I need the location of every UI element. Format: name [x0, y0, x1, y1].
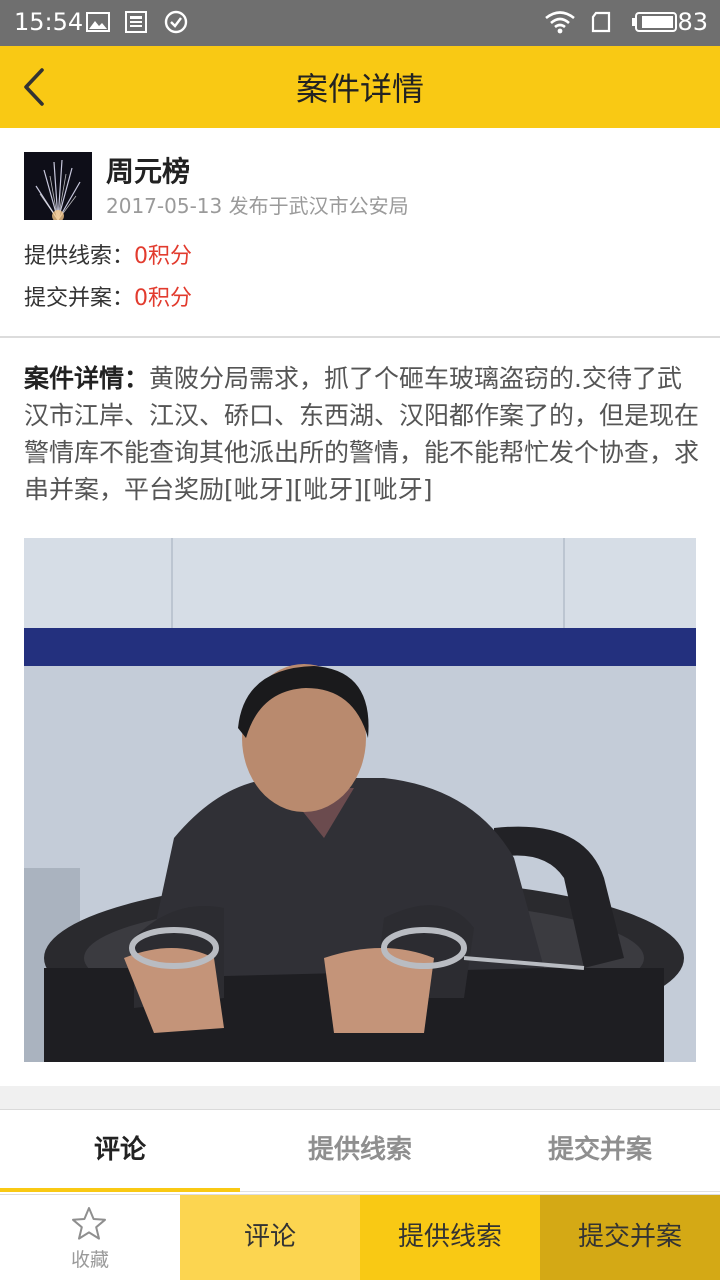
- tab-submit-merge[interactable]: 提交并案: [480, 1110, 720, 1192]
- case-detail-label: 案件详情：: [24, 364, 150, 393]
- tab-bar: 评论 提供线索 提交并案: [0, 1110, 720, 1192]
- clue-points-value: 0积分: [134, 244, 193, 269]
- merge-points-row: 提交并案：0积分: [24, 280, 192, 312]
- favorite-label: 收藏: [70, 1249, 109, 1271]
- status-time: 15:54: [14, 8, 84, 36]
- clue-points-label: 提供线索：: [24, 244, 135, 269]
- sim-card-icon: [591, 11, 611, 33]
- publisher-name: 周元榜: [106, 155, 191, 188]
- case-header: 周元榜 2017-05-13 发布于武汉市公安局 提供线索：0积分 提交并案：0…: [0, 128, 720, 338]
- star-outline-icon: [72, 1207, 106, 1240]
- tab-submit-merge-label: 提交并案: [547, 1135, 652, 1165]
- battery-level: 83: [677, 8, 708, 36]
- publish-info: 2017-05-13 发布于武汉市公安局: [106, 194, 409, 218]
- image-icon: [86, 12, 110, 32]
- suspect-photo: [24, 538, 696, 1062]
- check-circle-icon: [164, 10, 188, 34]
- comment-button[interactable]: 评论: [180, 1195, 360, 1280]
- tab-comments[interactable]: 评论: [0, 1110, 240, 1192]
- avatar[interactable]: [24, 152, 92, 220]
- section-divider: [0, 1086, 720, 1110]
- clue-points-row: 提供线索：0积分: [24, 238, 192, 270]
- tab-provide-clues[interactable]: 提供线索: [240, 1110, 480, 1192]
- tab-active-indicator: [0, 1188, 240, 1192]
- firework-image: [24, 152, 92, 220]
- merge-points-value: 0积分: [134, 286, 193, 311]
- merge-points-label: 提交并案：: [24, 286, 135, 311]
- title-bar: 案件详情: [0, 46, 720, 128]
- provide-clue-button[interactable]: 提供线索: [360, 1195, 540, 1280]
- wifi-icon: [545, 11, 575, 34]
- bottom-action-bar: 收藏 评论 提供线索 提交并案: [0, 1194, 720, 1280]
- case-photo[interactable]: [24, 538, 696, 1062]
- news-icon: [125, 11, 147, 33]
- tab-comments-label: 评论: [93, 1135, 146, 1165]
- status-bar: 15:54 83: [0, 0, 720, 46]
- favorite-button[interactable]: 收藏: [0, 1195, 180, 1280]
- submit-merge-button[interactable]: 提交并案: [540, 1195, 720, 1280]
- case-detail: 案件详情：黄陂分局需求，抓了个砸车玻璃盗窃的.交待了武汉市江岸、江汉、硚口、东西…: [24, 360, 700, 508]
- battery-icon: [632, 12, 677, 32]
- tab-provide-clues-label: 提供线索: [307, 1135, 412, 1165]
- page-title: 案件详情: [295, 70, 424, 108]
